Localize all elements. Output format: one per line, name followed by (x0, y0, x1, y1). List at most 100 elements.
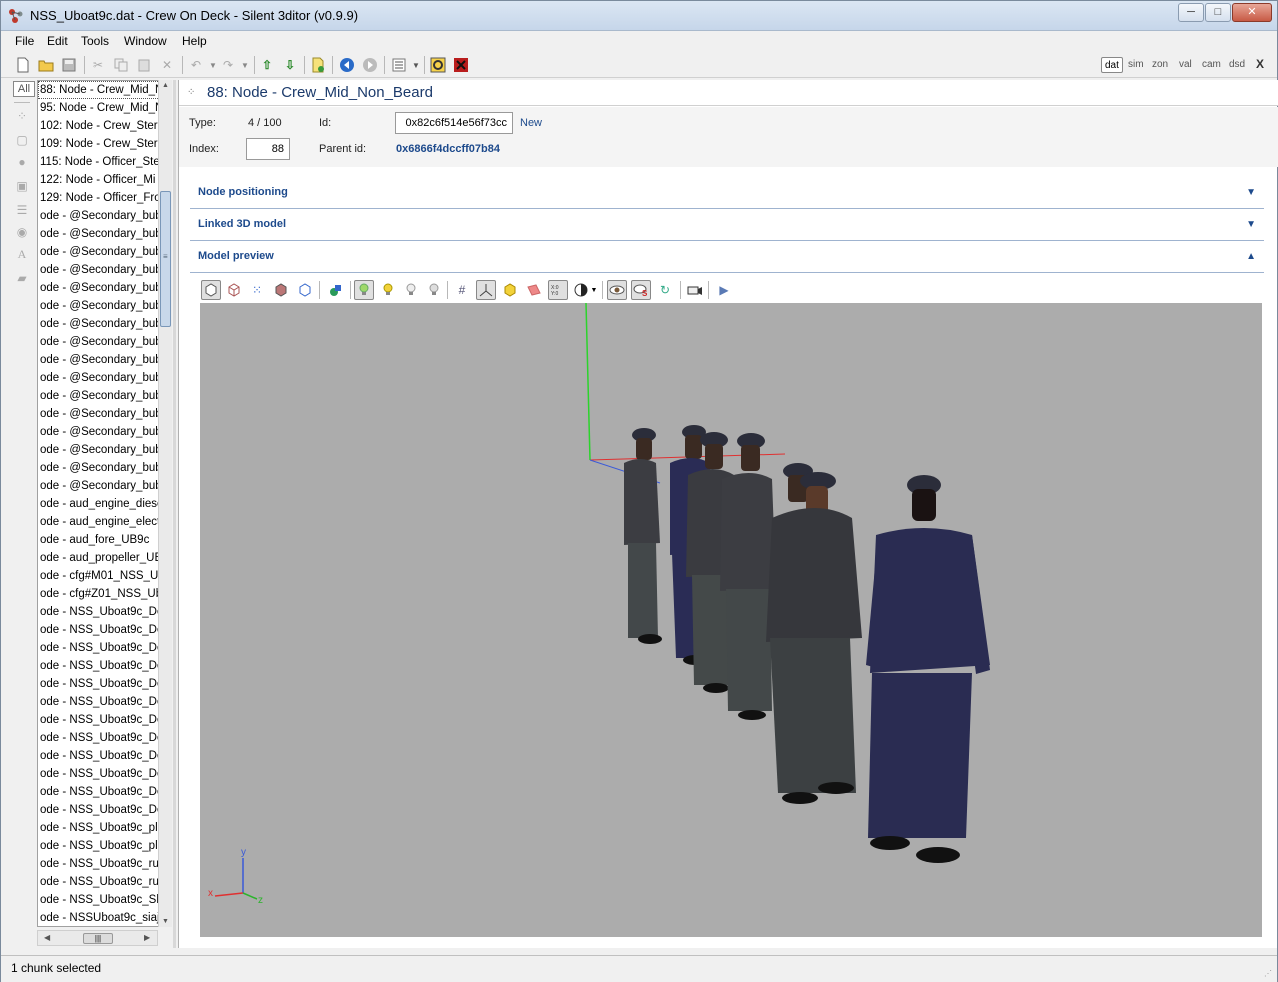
mode-sim-toggle[interactable]: sim (1125, 57, 1147, 73)
paste-icon[interactable] (135, 56, 153, 74)
filter-meshes-icon[interactable]: ▢ (15, 134, 29, 147)
move-down-icon[interactable]: ⇩ (281, 56, 299, 74)
scrollbar-thumb[interactable]: ≡ (160, 191, 171, 327)
grid-icon[interactable]: # (452, 280, 472, 300)
maximize-button[interactable]: □ (1205, 3, 1231, 22)
menu-file[interactable]: File (15, 34, 34, 48)
plugin-icon[interactable] (429, 56, 447, 74)
chunk-list-item[interactable]: ode - NSSUboat9c_siajF (38, 909, 168, 926)
mode-dsd-toggle[interactable]: dsd (1226, 57, 1248, 73)
filter-other-icon[interactable]: ▰ (15, 272, 29, 285)
new-file-icon[interactable] (14, 56, 32, 74)
horizontal-scrollbar-thumb[interactable]: ||| (83, 933, 113, 944)
chunk-list-item[interactable]: ode - NSS_Uboat9c_Doc (38, 693, 168, 711)
chunk-list-item[interactable]: ode - aud_fore_UB9c (38, 531, 168, 549)
chunk-list-item[interactable]: ode - @Secondary_bub (38, 351, 168, 369)
save-icon[interactable] (60, 56, 78, 74)
shading-dropdown-icon[interactable]: ▼ (584, 280, 604, 300)
xyz-coordinates-icon[interactable]: X:0 Y:0 (548, 280, 568, 300)
chunk-list-item[interactable]: 102: Node - Crew_Stern (38, 117, 168, 135)
chunk-list[interactable]: 88: Node - Crew_Mid_N 95: Node - Crew_Mid… (37, 80, 171, 927)
delete-icon[interactable]: ✕ (158, 56, 176, 74)
filter-sounds-icon[interactable]: ◉ (15, 226, 29, 239)
chunk-list-item[interactable]: ode - @Secondary_bub (38, 297, 168, 315)
filter-text-icon[interactable]: A (15, 248, 29, 261)
filter-textures-icon[interactable]: ▣ (15, 180, 29, 193)
mode-val-toggle[interactable]: val (1176, 57, 1195, 73)
chunk-list-item[interactable]: 122: Node - Officer_Mi (38, 171, 168, 189)
points-view-icon[interactable]: ⁙ (247, 280, 267, 300)
move-up-icon[interactable]: ⇧ (258, 56, 276, 74)
chunk-list-item[interactable]: ode - NSS_Uboat9c_Doc (38, 729, 168, 747)
mode-dat-toggle[interactable]: dat (1101, 57, 1123, 73)
minimize-button[interactable]: ─ (1178, 3, 1204, 22)
box-icon[interactable] (500, 280, 520, 300)
chunk-list-item[interactable]: ode - aud_engine_elect (38, 513, 168, 531)
open-folder-icon[interactable] (37, 56, 55, 74)
menu-window[interactable]: Window (124, 34, 167, 48)
camera-icon[interactable] (685, 280, 705, 300)
close-file-button[interactable]: X (1253, 57, 1267, 73)
filter-controllers-icon[interactable]: ☰ (15, 204, 29, 217)
wireframe-view-icon[interactable] (224, 280, 244, 300)
chunk-list-item[interactable]: ode - NSS_Uboat9c_Doc (38, 747, 168, 765)
cut-icon[interactable]: ✂ (89, 56, 107, 74)
chunk-list-item[interactable]: ode - @Secondary_bub (38, 477, 168, 495)
chunk-list-item[interactable]: ode - aud_engine_diese (38, 495, 168, 513)
chunk-list-item[interactable]: ode - @Secondary_bub (38, 225, 168, 243)
chunk-list-item[interactable]: ode - NSS_Uboat9c_Doc (38, 765, 168, 783)
view-dropdown-icon[interactable]: ▼ (407, 56, 425, 74)
bug-report-icon[interactable] (452, 56, 470, 74)
chunk-list-item[interactable]: ode - NSS_Uboat9c_Doc (38, 621, 168, 639)
new-id-link[interactable]: New (520, 117, 542, 129)
plane-icon[interactable] (524, 280, 544, 300)
mode-zon-toggle[interactable]: zon (1149, 57, 1171, 73)
chunk-list-item[interactable]: ode - NSS_Uboat9c_pla (38, 819, 168, 837)
index-field[interactable]: 88 (246, 138, 290, 160)
textured-view-icon[interactable] (271, 280, 291, 300)
chunk-list-item[interactable]: ode - NSS_Uboat9c_rud (38, 855, 168, 873)
eye-special-icon[interactable]: S (631, 280, 651, 300)
add-chunk-icon[interactable] (309, 56, 327, 74)
redo-icon[interactable]: ↷ (219, 56, 237, 74)
copy-icon[interactable] (112, 56, 130, 74)
light-1-icon[interactable] (354, 280, 374, 300)
close-window-button[interactable]: ✕ (1232, 3, 1272, 22)
chunk-list-item[interactable]: ode - @Secondary_bub (38, 405, 168, 423)
chunk-list-item[interactable]: ode - NSS_Uboat9c_Doc (38, 783, 168, 801)
filter-nodes-icon[interactable]: ⁘ (15, 110, 29, 123)
menu-help[interactable]: Help (182, 34, 207, 48)
chunk-list-item[interactable]: ode - @Secondary_bub (38, 459, 168, 477)
chunk-list-item[interactable]: ode - @Secondary_bub (38, 441, 168, 459)
undo-icon[interactable]: ↶ (187, 56, 205, 74)
eye-icon[interactable] (607, 280, 627, 300)
chunk-list-item[interactable]: ode - NSS_Uboat9c_Doc (38, 603, 168, 621)
chunk-list-item[interactable]: ode - NSS_Uboat9c_Doc (38, 801, 168, 819)
chunk-list-item[interactable]: ode - cfg#Z01_NSS_Ubc (38, 585, 168, 603)
chunk-list-item[interactable]: ode - NSS_Uboat9c_Doc (38, 675, 168, 693)
chunk-list-item[interactable]: ode - @Secondary_bub (38, 333, 168, 351)
chunk-list-horizontal-scrollbar[interactable]: ◀ ||| ▶ (37, 930, 158, 946)
parent-id-link[interactable]: 0x6866f4dccff07b84 (396, 143, 500, 155)
chunk-list-item[interactable]: ode - NSS_Uboat9c_Doc (38, 711, 168, 729)
chunk-list-item[interactable]: ode - cfg#M01_NSS_Ub (38, 567, 168, 585)
bounding-box-icon[interactable] (295, 280, 315, 300)
chunk-list-item[interactable]: ode - NSS_Uboat9c_Doc (38, 639, 168, 657)
chunk-list-item[interactable]: ode - @Secondary_bub (38, 243, 168, 261)
play-icon[interactable]: ▶ (714, 280, 734, 300)
chunk-list-item[interactable]: 115: Node - Officer_Ste (38, 153, 168, 171)
axes-icon[interactable] (476, 280, 496, 300)
chunk-list-item[interactable]: 129: Node - Officer_Fro (38, 189, 168, 207)
chunk-list-item[interactable]: ode - @Secondary_bub (38, 279, 168, 297)
section-node-positioning[interactable]: Node positioning ▼ (190, 177, 1264, 209)
light-4-icon[interactable] (424, 280, 444, 300)
panel-splitter[interactable] (173, 80, 176, 948)
chunk-list-item[interactable]: ode - NSS_Uboat9c_rud (38, 873, 168, 891)
solid-view-icon[interactable] (201, 280, 221, 300)
chunk-list-item[interactable]: 95: Node - Crew_Mid_N (38, 99, 168, 117)
refresh-icon[interactable]: ↻ (655, 280, 675, 300)
chunk-list-item[interactable]: ode - @Secondary_bub (38, 387, 168, 405)
model-viewport[interactable]: y x z (200, 303, 1262, 937)
filter-all-button[interactable]: All (13, 81, 35, 97)
light-2-icon[interactable] (378, 280, 398, 300)
